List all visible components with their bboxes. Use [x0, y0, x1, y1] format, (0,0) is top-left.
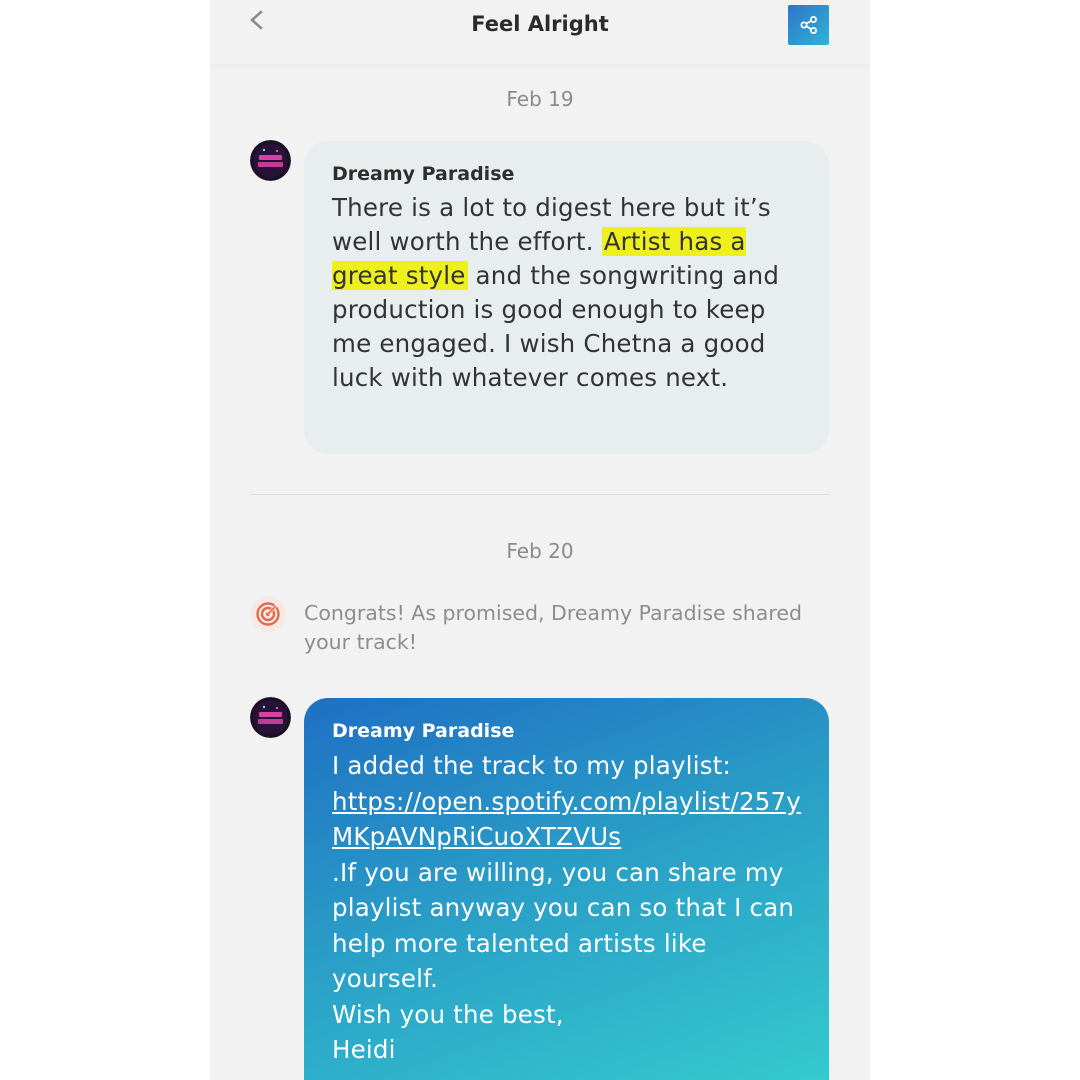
- chat-screen: Feel Alright Feb 19 Dreamy Paradise Ther…: [210, 0, 870, 1080]
- header: Feel Alright: [210, 0, 870, 64]
- target-icon: [256, 602, 280, 626]
- dreamy-paradise-logo-icon: [250, 140, 291, 181]
- avatar[interactable]: [250, 697, 291, 738]
- share-icon: [800, 16, 817, 34]
- avatar[interactable]: [250, 140, 291, 181]
- notice-text: Congrats! As promised, Dreamy Paradise s…: [304, 601, 802, 654]
- notice-badge: [250, 596, 286, 632]
- date-separator: Feb 19: [506, 87, 574, 111]
- message-author: Dreamy Paradise: [332, 720, 515, 742]
- message-text: I added the track to my playlist: https:…: [332, 748, 809, 1068]
- message-body: .If you are willing, you can share my pl…: [332, 857, 795, 994]
- message-text: There is a lot to digest here but it’s w…: [332, 191, 805, 395]
- divider: [250, 494, 830, 495]
- message-bubble-highlighted: Dreamy Paradise I added the track to my …: [304, 698, 829, 1080]
- dreamy-paradise-logo-icon: [250, 697, 291, 738]
- page-title: Feel Alright: [471, 12, 609, 36]
- playlist-link[interactable]: https://open.spotify.com/playlist/257yMK…: [332, 784, 809, 855]
- message-closing: Wish you the best,: [332, 999, 564, 1029]
- message-bubble: Dreamy Paradise There is a lot to digest…: [304, 141, 829, 454]
- message-author: Dreamy Paradise: [332, 163, 515, 185]
- share-button[interactable]: [788, 5, 829, 45]
- date-separator: Feb 20: [506, 539, 574, 563]
- message-intro: I added the track to my playlist:: [332, 751, 731, 780]
- message-signature: Heidi: [332, 1035, 396, 1064]
